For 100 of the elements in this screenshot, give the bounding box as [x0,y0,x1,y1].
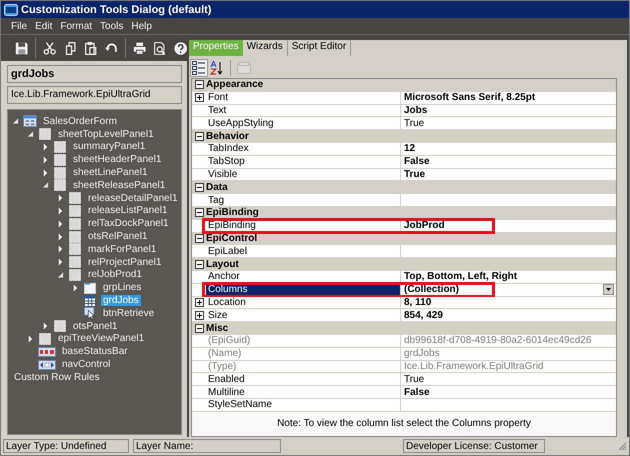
property-value[interactable]: Ice.Lib.Framework.EpiUltraGrid [401,360,616,372]
menu-item[interactable]: Edit [35,20,52,32]
tree-item[interactable]: releaseListPanel1 [86,205,170,216]
form-icon [23,115,37,128]
expand-icon[interactable] [194,93,204,102]
copy-icon[interactable] [64,40,78,56]
expand-icon[interactable] [57,220,64,228]
property-value[interactable]: True [401,373,616,386]
caret-icon [606,288,611,292]
property-name[interactable]: Size [206,309,401,322]
property-value[interactable]: (Collection) [401,284,601,296]
tree-item[interactable]: navControl [60,359,112,370]
tree-item[interactable]: releaseDetailPanel1 [86,192,180,204]
expand-icon[interactable] [57,232,64,241]
tree-item[interactable]: otsPanel1 [71,320,120,332]
menu-item[interactable]: File [11,20,28,32]
tree-item[interactable]: otsRelPanel1 [86,231,150,242]
tree-item[interactable]: markForPanel1 [86,244,158,255]
menu-item[interactable]: Tools [100,20,124,32]
paste-icon[interactable] [84,40,98,56]
category-header: Behavior [206,130,249,142]
tree-item[interactable]: SalesOrderForm [41,116,119,127]
scissors-icon[interactable] [43,40,57,56]
property-name[interactable]: TabIndex [206,142,401,155]
property-value[interactable]: True [401,117,616,130]
property-name[interactable]: Anchor [206,270,401,283]
expand-icon[interactable] [72,284,79,292]
property-value[interactable]: grdJobs [401,348,616,360]
menu-item[interactable]: Help [131,20,152,32]
property-name[interactable]: Tag [206,194,401,206]
property-name[interactable]: (Name) [206,348,401,360]
tree-item[interactable]: summaryPanel1 [71,141,148,152]
category-header: Data [206,182,228,193]
categorized-button[interactable] [191,60,207,76]
collapse-icon[interactable] [194,132,204,141]
tree-item[interactable]: relProjectPanel1 [86,256,164,268]
collapse-icon[interactable] [194,208,204,218]
collapse-icon[interactable] [194,260,204,269]
property-value[interactable]: False [401,386,616,398]
collapse-icon[interactable] [194,234,204,243]
property-name[interactable]: (Type) [206,360,401,372]
alphabetical-button[interactable] [209,60,225,76]
property-name[interactable]: Enabled [206,373,401,386]
category-header: Layout [206,258,239,270]
property-value[interactable]: False [401,156,616,168]
property-name[interactable]: Font [206,92,401,104]
collapse-icon[interactable] [194,324,204,333]
collapse-icon[interactable] [194,182,204,192]
save-icon[interactable] [15,40,28,56]
tree-item[interactable]: relTaxDockPanel1 [86,218,171,230]
tree-item[interactable]: sheetReleasePanel1 [71,180,168,191]
status-panel: Developer License: Customer [403,439,545,453]
tree-item[interactable]: baseStatusBar [60,346,130,358]
expand-icon[interactable] [57,206,64,215]
property-value[interactable]: db99618f-d708-4919-80a2-6014ec49cd26 [401,334,616,347]
tree-item[interactable]: sheetTopLevelPanel1 [56,128,156,140]
tree-item[interactable]: sheetHeaderPanel1 [71,154,164,166]
control-name-field: grdJobs [7,65,182,83]
property-value[interactable]: 12 [401,142,616,155]
property-value[interactable]: Microsoft Sans Serif, 8.25pt [401,92,616,104]
expand-icon[interactable] [194,298,204,307]
expand-icon[interactable] [42,168,49,177]
panel-icon [68,218,82,230]
property-name[interactable]: Visible [206,168,401,180]
property-name[interactable]: UseAppStyling [206,117,401,130]
collapse-icon[interactable] [194,80,204,90]
tree-item[interactable]: btnRetrieve [101,308,156,319]
property-value[interactable]: 8, 110 [401,296,616,308]
expand-icon[interactable] [57,245,64,254]
menu-item[interactable]: Format [60,20,92,32]
tree-item[interactable]: relJobProd1 [86,269,144,280]
property-value[interactable]: JobProd [401,220,616,232]
resize-grip-icon[interactable] [617,441,627,451]
expand-icon[interactable] [27,334,34,343]
property-value[interactable]: Jobs [401,104,616,116]
printer-icon[interactable] [132,40,146,56]
property-name[interactable]: (EpiGuid) [206,334,401,347]
expand-icon[interactable] [42,156,49,164]
expand-icon[interactable] [194,310,204,320]
tree-item[interactable]: Custom Row Rules [12,372,102,383]
property-value[interactable]: Top, Bottom, Left, Right [401,270,616,283]
property-name[interactable]: TabStop [206,156,401,168]
category-header: EpiBinding [206,207,259,218]
property-name[interactable]: Multiline [206,386,401,398]
property-value[interactable]: True [401,168,616,180]
expand-icon[interactable] [42,142,49,151]
tree-item[interactable]: grpLines [101,282,144,294]
property-name[interactable]: EpiLabel [206,245,401,258]
expand-icon[interactable] [42,322,49,330]
help-icon[interactable] [174,40,188,56]
property-name[interactable]: StyleSetName [206,398,401,411]
dropdown-button[interactable] [603,284,614,296]
expand-icon[interactable] [57,194,64,202]
property-name[interactable]: Location [206,296,401,308]
property-value[interactable]: 854, 429 [401,309,616,322]
tree-item[interactable]: epiTreeViewPanel1 [56,333,146,344]
expand-icon[interactable] [57,258,64,266]
property-name[interactable]: Text [206,104,401,116]
search-icon[interactable] [153,40,167,56]
tree-item[interactable]: sheetLinePanel1 [71,167,150,178]
